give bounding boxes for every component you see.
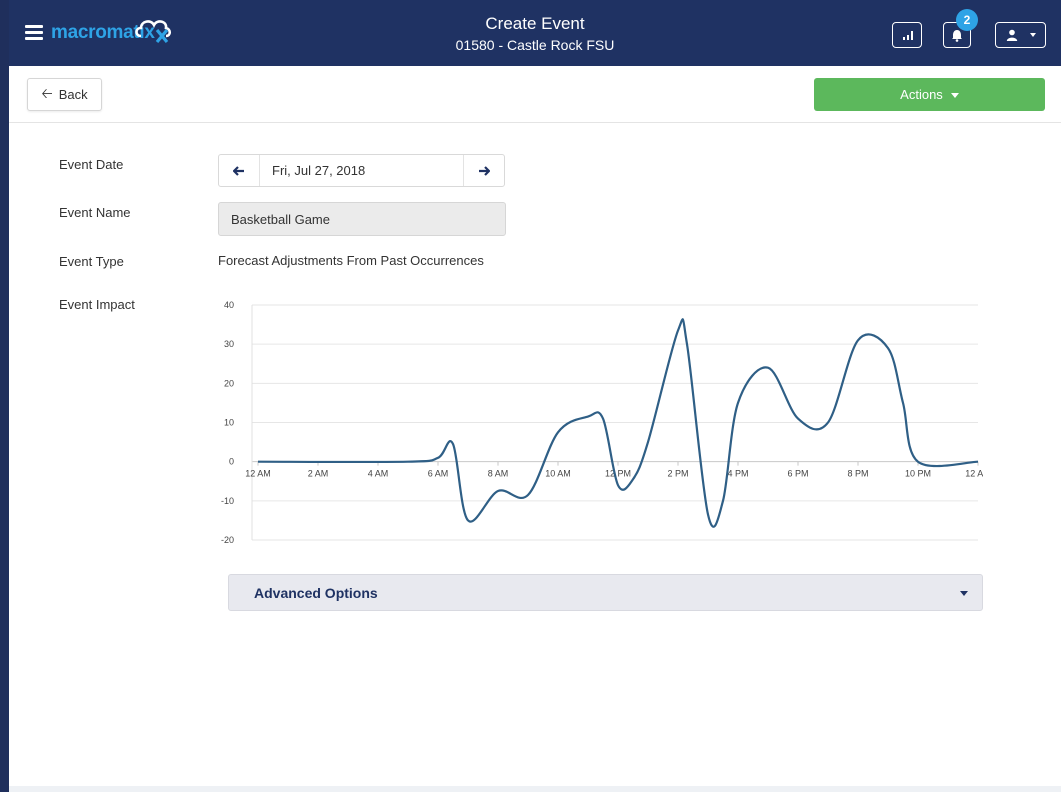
next-date-button[interactable] bbox=[464, 155, 504, 186]
event-impact-label: Event Impact bbox=[59, 297, 135, 312]
event-type-label: Event Type bbox=[59, 254, 124, 269]
user-icon bbox=[1006, 29, 1017, 41]
arrow-right-icon bbox=[479, 165, 490, 176]
signal-icon bbox=[903, 31, 913, 40]
action-bar: 🡠 Back Actions bbox=[9, 66, 1061, 123]
notifications-button[interactable]: 2 bbox=[943, 9, 978, 48]
y-tick-label: -10 bbox=[221, 496, 234, 506]
event-type-value: Forecast Adjustments From Past Occurrenc… bbox=[218, 253, 484, 268]
y-tick-label: -20 bbox=[221, 535, 234, 545]
x-tick-label: 12 PM bbox=[605, 469, 631, 479]
x-tick-label: 10 PM bbox=[905, 469, 931, 479]
x-tick-label: 10 AM bbox=[545, 469, 571, 479]
event-date-label: Event Date bbox=[59, 157, 124, 172]
event-name-field[interactable]: Basketball Game bbox=[218, 202, 506, 236]
notification-badge: 2 bbox=[956, 9, 978, 31]
chevron-down-icon bbox=[950, 92, 959, 98]
x-tick-label: 12 AM bbox=[965, 469, 983, 479]
x-tick-label: 12 AM bbox=[245, 469, 271, 479]
x-tick-label: 2 PM bbox=[667, 469, 688, 479]
chevron-down-icon bbox=[1029, 33, 1036, 37]
event-date-picker: Fri, Jul 27, 2018 bbox=[218, 154, 505, 187]
back-button[interactable]: 🡠 Back bbox=[27, 78, 102, 111]
actions-button-label: Actions bbox=[900, 87, 943, 102]
arrow-left-icon: 🡠 bbox=[41, 84, 53, 101]
bell-icon bbox=[952, 29, 962, 42]
footer-strip bbox=[9, 786, 1061, 792]
advanced-options-label: Advanced Options bbox=[254, 584, 378, 601]
x-tick-label: 4 AM bbox=[368, 469, 389, 479]
arrow-left-icon bbox=[233, 165, 244, 176]
event-impact-chart: 40 30 20 10 0 -10 -20 12 AM 2 AM 4 AM 6 AM 8 AM 10 A… bbox=[221, 300, 983, 545]
x-tick-label: 6 AM bbox=[428, 469, 449, 479]
back-button-label: Back bbox=[58, 87, 88, 102]
user-menu-button[interactable] bbox=[995, 22, 1046, 48]
x-tick-label: 4 PM bbox=[727, 469, 748, 479]
y-tick-label: 30 bbox=[224, 339, 234, 349]
y-tick-label: 40 bbox=[224, 300, 234, 310]
previous-date-button[interactable] bbox=[219, 155, 259, 186]
event-name-label: Event Name bbox=[59, 205, 131, 220]
reports-button[interactable] bbox=[892, 22, 922, 48]
y-tick-label: 20 bbox=[224, 378, 234, 388]
x-tick-label: 8 PM bbox=[847, 469, 868, 479]
event-date-value[interactable]: Fri, Jul 27, 2018 bbox=[259, 155, 464, 186]
advanced-options-toggle[interactable]: Advanced Options bbox=[228, 574, 983, 611]
x-tick-label: 6 PM bbox=[787, 469, 808, 479]
actions-dropdown-button[interactable]: Actions bbox=[814, 78, 1045, 111]
x-tick-label: 2 AM bbox=[308, 469, 329, 479]
impact-series-line bbox=[257, 318, 979, 528]
y-tick-label: 10 bbox=[224, 418, 234, 428]
x-tick-label: 8 AM bbox=[488, 469, 509, 479]
y-tick-label: 0 bbox=[229, 457, 234, 467]
chevron-down-icon bbox=[960, 591, 968, 596]
top-navbar: macromatix Create Event 01580 - Castle R… bbox=[9, 0, 1061, 66]
